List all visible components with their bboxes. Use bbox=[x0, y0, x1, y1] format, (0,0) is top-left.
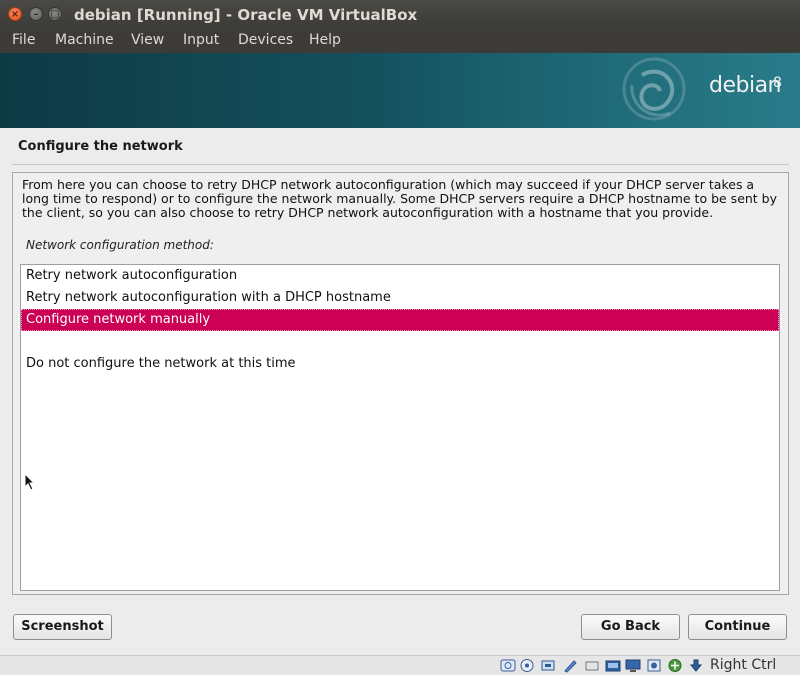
display-icon[interactable] bbox=[625, 658, 641, 673]
menu-devices[interactable]: Devices bbox=[238, 32, 293, 48]
menu-help[interactable]: Help bbox=[309, 32, 341, 48]
question-prompt: Network configuration method: bbox=[26, 238, 214, 252]
hard-disk-icon[interactable] bbox=[500, 658, 516, 673]
title-divider bbox=[12, 164, 789, 165]
window-close-button[interactable]: × bbox=[8, 7, 22, 21]
mouse-integration-icon[interactable] bbox=[688, 658, 704, 673]
installer-panel: Configure the network From here you can … bbox=[0, 128, 800, 655]
continue-button[interactable]: Continue bbox=[688, 614, 787, 640]
mouse-pointer-icon bbox=[24, 473, 36, 491]
debian-version: 8 bbox=[773, 75, 782, 91]
option-configure-manually[interactable]: Configure network manually bbox=[21, 309, 779, 331]
optical-drive-icon[interactable] bbox=[519, 658, 535, 673]
debian-logo-text: debian bbox=[709, 73, 782, 98]
screenshot-button[interactable]: Screenshot bbox=[13, 614, 112, 640]
question-frame: From here you can choose to retry DHCP n… bbox=[12, 172, 789, 595]
menu-machine[interactable]: Machine bbox=[55, 32, 114, 48]
shared-folders-icon[interactable] bbox=[605, 658, 621, 673]
window-minimize-button[interactable]: – bbox=[29, 7, 43, 21]
video-capture-icon[interactable] bbox=[646, 658, 662, 673]
cpu-icon[interactable] bbox=[667, 658, 683, 673]
menu-input[interactable]: Input bbox=[183, 32, 219, 48]
audio-icon[interactable] bbox=[540, 658, 556, 673]
debian-banner: debian 8 bbox=[0, 53, 800, 128]
option-do-not-configure[interactable]: Do not configure the network at this tim… bbox=[21, 353, 779, 375]
window-title: debian [Running] - Oracle VM VirtualBox bbox=[74, 6, 418, 24]
description-text: From here you can choose to retry DHCP n… bbox=[22, 177, 778, 220]
page-title: Configure the network bbox=[18, 139, 183, 154]
window-maximize-button[interactable]: □ bbox=[48, 7, 62, 21]
option-retry-dhcp-hostname[interactable]: Retry network autoconfiguration with a D… bbox=[21, 287, 779, 309]
network-icon[interactable] bbox=[562, 658, 578, 673]
option-retry-autoconfig[interactable]: Retry network autoconfiguration bbox=[21, 265, 779, 287]
menu-bar: File Machine View Input Devices Help bbox=[0, 29, 800, 53]
debian-swirl-icon bbox=[622, 57, 686, 121]
menu-view[interactable]: View bbox=[131, 32, 164, 48]
go-back-button[interactable]: Go Back bbox=[581, 614, 680, 640]
network-method-list[interactable]: Retry network autoconfiguration Retry ne… bbox=[20, 264, 780, 591]
usb-icon[interactable] bbox=[584, 658, 600, 673]
menu-file[interactable]: File bbox=[12, 32, 35, 48]
vm-status-bar: Right Ctrl bbox=[0, 655, 800, 675]
option-blank bbox=[21, 331, 779, 353]
window-titlebar: × – □ debian [Running] - Oracle VM Virtu… bbox=[0, 0, 800, 29]
host-key-label: Right Ctrl bbox=[710, 657, 777, 673]
